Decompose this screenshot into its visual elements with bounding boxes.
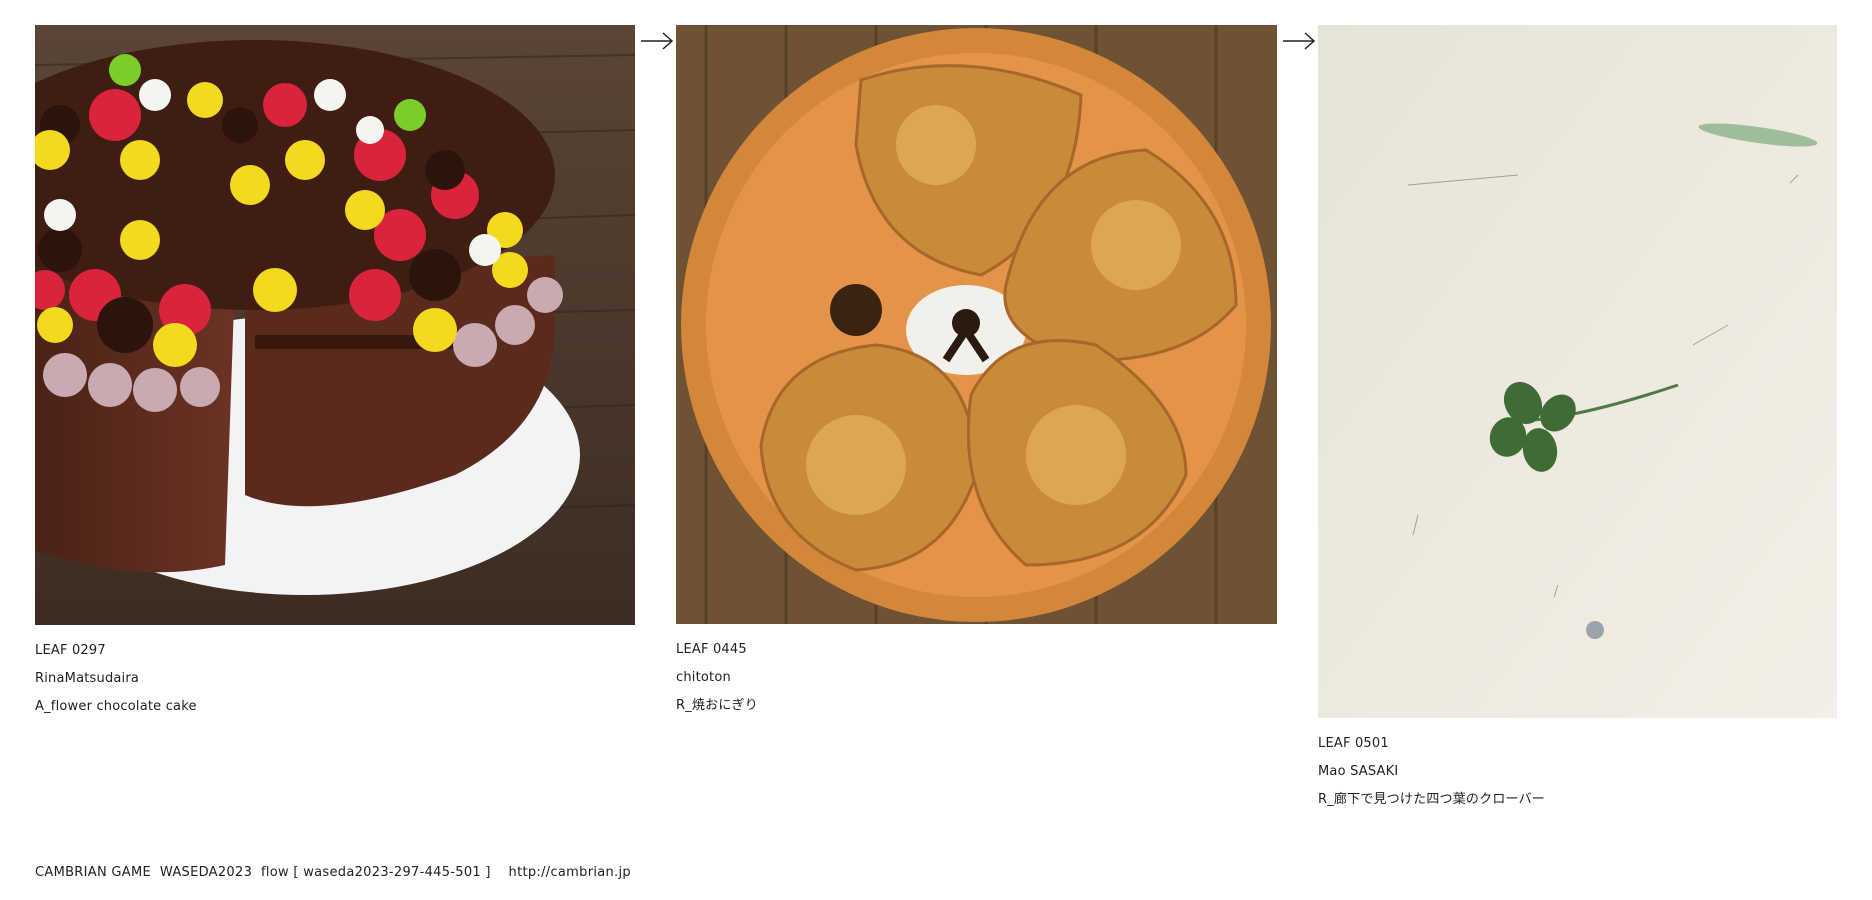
chocolate-cake-image[interactable] — [35, 25, 635, 625]
leaf-card-0297[interactable]: LEAF 0297 RinaMatsudaira A_flower chocol… — [35, 25, 635, 721]
leaf-author[interactable]: chitoton — [676, 664, 1277, 692]
leaf-card-0501[interactable]: LEAF 0501 Mao SASAKI R_廊下で見つけた四つ葉のクローバー — [1318, 25, 1837, 814]
rice-ball-plate-image[interactable] — [676, 25, 1277, 624]
leaf-number: LEAF 0445 — [676, 642, 747, 657]
leaf-author[interactable]: Mao SASAKI — [1318, 758, 1837, 786]
leaf-number: LEAF 0501 — [1318, 736, 1389, 751]
flow-arrow-icon — [1283, 32, 1316, 50]
leaf-author[interactable]: RinaMatsudaira — [35, 665, 635, 693]
four-leaf-clover-image[interactable] — [1318, 25, 1837, 718]
leaf-number: LEAF 0297 — [35, 643, 106, 658]
leaf-title: R_廊下で見つけた四つ葉のクローバー — [1318, 792, 1546, 807]
flow-arrow-icon — [641, 32, 674, 50]
flow-footer: CAMBRIAN GAME WASEDA2023 flow [ waseda20… — [35, 865, 631, 880]
leaf-title: A_flower chocolate cake — [35, 699, 197, 714]
leaf-card-0445[interactable]: LEAF 0445 chitoton R_焼おにぎり — [676, 25, 1277, 720]
leaf-title: R_焼おにぎり — [676, 698, 758, 713]
